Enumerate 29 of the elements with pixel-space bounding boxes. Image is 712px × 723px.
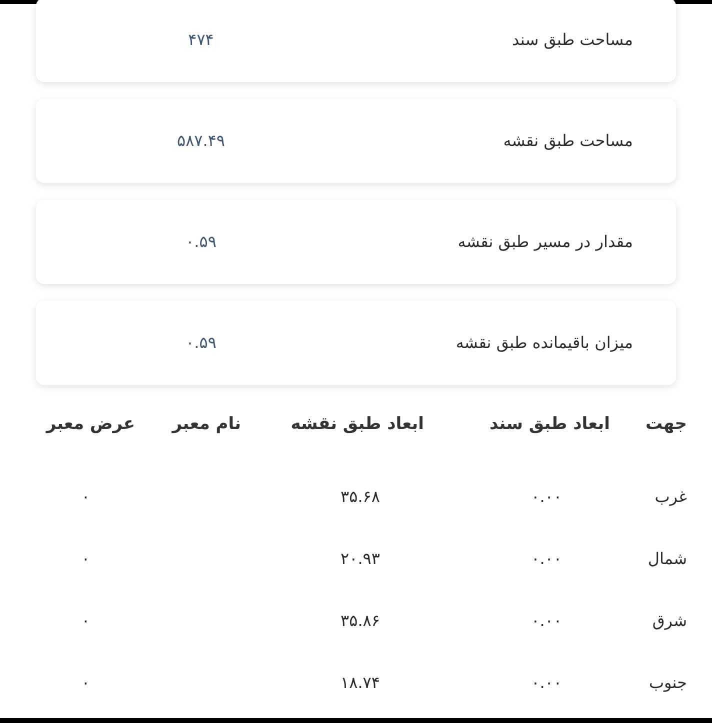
card-value: ۰.۵۹ bbox=[186, 332, 216, 354]
table-cell-text: جنوب bbox=[648, 672, 687, 694]
table-cell-text: ۰ bbox=[81, 672, 90, 694]
table-cell-text: ۰ bbox=[81, 486, 90, 508]
column-header: جهت bbox=[646, 413, 687, 436]
card-value: ۵۸۷.۴۹ bbox=[176, 130, 226, 152]
table-cell-text: ۳۵.۸۶ bbox=[340, 610, 380, 632]
card-value: ۴۷۴ bbox=[188, 29, 214, 51]
table-cell-text: شرق bbox=[652, 610, 687, 632]
card-label: میزان باقیمانده طبق نقشه bbox=[454, 332, 633, 354]
card-label: مساحت طبق نقشه bbox=[502, 130, 633, 152]
column-header: نام معبر bbox=[172, 413, 241, 436]
card-label: مساحت طبق سند bbox=[510, 29, 633, 51]
card-value: ۰.۵۹ bbox=[186, 231, 216, 253]
table-cell-text: ۰.۰۰ bbox=[531, 486, 562, 508]
table-cell-text: ۳۵.۶۸ bbox=[340, 486, 380, 508]
table-cell-text: ۱۸.۷۴ bbox=[340, 672, 380, 694]
table-cell-text: ۰.۰۰ bbox=[531, 672, 562, 694]
column-header: ابعاد طبق نقشه bbox=[290, 413, 424, 436]
table-cell-text: ۰ bbox=[81, 548, 90, 570]
table-cell-text: ۰ bbox=[81, 610, 90, 632]
table-cell-text: غرب bbox=[654, 486, 687, 508]
table-cell-text: ۰.۰۰ bbox=[531, 610, 562, 632]
column-header: عرض معبر bbox=[46, 413, 135, 436]
card-label: مقدار در مسیر طبق نقشه bbox=[456, 231, 633, 253]
table-cell-text: ۲۰.۹۳ bbox=[340, 548, 380, 570]
table-cell-text: شمال bbox=[648, 548, 687, 570]
table-cell-text: ۰.۰۰ bbox=[531, 548, 562, 570]
column-header: ابعاد طبق سند bbox=[489, 413, 610, 436]
